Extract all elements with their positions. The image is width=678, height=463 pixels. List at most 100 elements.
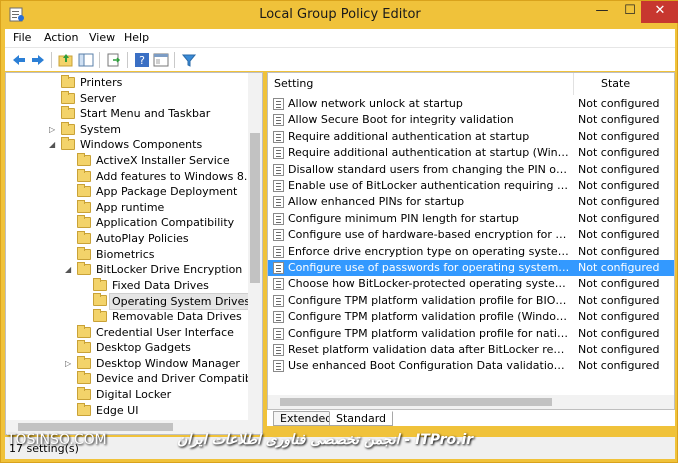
- forward-arrow-icon[interactable]: [30, 52, 46, 68]
- title-bar[interactable]: Local Group Policy Editor — ☐ ✕: [1, 1, 678, 29]
- setting-state: Not configured: [578, 310, 660, 324]
- back-arrow-icon[interactable]: [11, 52, 27, 68]
- tree-item-label: Windows Components: [80, 138, 203, 152]
- export-list-icon[interactable]: [106, 52, 122, 68]
- setting-row[interactable]: Disallow standard users from changing th…: [268, 162, 674, 178]
- column-header-setting[interactable]: Setting: [268, 73, 574, 95]
- folder-icon: [77, 168, 91, 182]
- tree-item[interactable]: Desktop Gadgets: [6, 340, 246, 355]
- expander-icon[interactable]: ◢: [65, 262, 73, 277]
- setting-name: Use enhanced Boot Configuration Data val…: [288, 359, 570, 373]
- tree-scroll-thumb[interactable]: [18, 423, 173, 431]
- tree-scroll-thumb[interactable]: [250, 133, 260, 283]
- status-text: 17 setting(s): [9, 442, 79, 455]
- folder-icon: [77, 355, 91, 369]
- tree-item-label: App runtime: [96, 200, 165, 214]
- setting-row[interactable]: Allow Secure Boot for integrity validati…: [268, 112, 674, 128]
- setting-name: Configure use of passwords for operating…: [288, 261, 570, 274]
- setting-row[interactable]: Configure use of hardware-based encrypti…: [268, 227, 674, 243]
- tab-standard[interactable]: Standard: [329, 411, 394, 426]
- tree-item-label: App Package Deployment: [96, 185, 238, 199]
- properties-icon[interactable]: [153, 52, 169, 68]
- tree-item[interactable]: Operating System Drives: [6, 293, 254, 311]
- tree-item[interactable]: Start Menu and Taskbar: [6, 106, 246, 121]
- tree-item[interactable]: ▷ Desktop Window Manager: [6, 355, 246, 371]
- tree-item[interactable]: AutoPlay Policies: [6, 231, 246, 246]
- tree-item-label: Edge UI: [96, 403, 139, 417]
- setting-state: Not configured: [578, 343, 660, 356]
- setting-row[interactable]: Use enhanced Boot Configuration Data val…: [268, 358, 674, 374]
- tree-item-label: AutoPlay Policies: [96, 232, 189, 245]
- tree-horizontal-scrollbar[interactable]: [6, 420, 262, 434]
- list-scroll-thumb[interactable]: [280, 398, 552, 406]
- setting-state: Not configured: [578, 195, 660, 209]
- tree-item-label: Desktop Gadgets: [96, 341, 191, 355]
- show-hide-tree-icon[interactable]: [78, 52, 94, 68]
- setting-row[interactable]: Allow enhanced PINs for startup Not confi…: [268, 194, 674, 210]
- tree-item[interactable]: Removable Data Drives: [6, 309, 246, 324]
- setting-state: Not configured: [578, 97, 660, 110]
- menu-help[interactable]: Help: [124, 31, 149, 44]
- filter-icon[interactable]: [181, 52, 197, 68]
- minimize-button[interactable]: —: [587, 1, 617, 23]
- setting-state: Not configured: [578, 162, 660, 176]
- expander-icon[interactable]: ◢: [49, 137, 57, 152]
- tree-item[interactable]: Fixed Data Drives: [6, 277, 246, 293]
- setting-row[interactable]: Require additional authentication at sta…: [268, 145, 674, 161]
- setting-state: Not configured: [578, 129, 660, 143]
- setting-row[interactable]: Configure minimum PIN length for startup…: [268, 211, 674, 227]
- up-folder-icon[interactable]: [58, 52, 74, 68]
- toolbar-separator: [99, 52, 100, 68]
- tree-item[interactable]: Digital Locker: [6, 387, 246, 402]
- tree-item[interactable]: Credential User Interface: [6, 324, 246, 340]
- setting-row[interactable]: Configure TPM platform validation profil…: [268, 326, 674, 342]
- tree-item[interactable]: Printers: [6, 75, 246, 90]
- tree-item[interactable]: Edge UI: [6, 402, 246, 418]
- toolbar-separator: [127, 52, 128, 68]
- policy-setting-icon: [273, 245, 284, 258]
- setting-row[interactable]: Choose how BitLocker-protected operating…: [268, 276, 674, 292]
- column-header-state[interactable]: State: [574, 73, 674, 95]
- tree-item[interactable]: ActiveX Installer Service: [6, 153, 246, 168]
- tree-item[interactable]: Biometrics: [6, 246, 246, 262]
- menu-file[interactable]: File: [13, 31, 31, 44]
- setting-row[interactable]: Enforce drive encryption type on operati…: [268, 244, 674, 260]
- tree-item[interactable]: Server: [6, 90, 246, 106]
- tree-item[interactable]: ◢ BitLocker Drive Encryption: [6, 262, 246, 277]
- tree-item-label: Removable Data Drives: [112, 310, 242, 323]
- folder-icon: [93, 293, 107, 307]
- view-tabs: Extended Standard: [267, 410, 675, 426]
- menu-action[interactable]: Action: [44, 31, 78, 44]
- setting-row[interactable]: Reset platform validation data after Bit…: [268, 342, 674, 358]
- expander-icon[interactable]: ▷: [65, 356, 73, 371]
- expander-icon[interactable]: ▷: [49, 122, 57, 137]
- policy-setting-icon: [273, 311, 284, 324]
- folder-icon: [77, 184, 91, 198]
- list-horizontal-scrollbar[interactable]: [268, 395, 674, 409]
- tree-item-label: Fixed Data Drives: [112, 278, 209, 292]
- setting-row[interactable]: Configure use of passwords for operating…: [268, 260, 674, 276]
- tree-item-label: Operating System Drives: [109, 293, 254, 311]
- tree-item[interactable]: App Package Deployment: [6, 184, 246, 199]
- setting-row[interactable]: Enable use of BitLocker authentication r…: [268, 178, 674, 194]
- folder-icon: [61, 121, 75, 135]
- close-button[interactable]: ✕: [641, 1, 678, 23]
- tree-item[interactable]: App runtime: [6, 199, 246, 215]
- help-icon[interactable]: ?: [134, 52, 150, 68]
- menu-view[interactable]: View: [89, 31, 115, 44]
- tree-vertical-scrollbar[interactable]: [248, 73, 262, 420]
- setting-row[interactable]: Configure TPM platform validation profil…: [268, 293, 674, 309]
- tree-item[interactable]: ◢ Windows Components: [6, 137, 246, 152]
- tree-item[interactable]: Application Compatibility: [6, 215, 246, 230]
- setting-row[interactable]: Allow network unlock at startup Not confi…: [268, 96, 674, 112]
- setting-name: Configure use of hardware-based encrypti…: [288, 228, 570, 242]
- navigation-tree[interactable]: Printers Server Start Menu and Taskbar ▷ Sys…: [5, 72, 263, 435]
- setting-row[interactable]: Configure TPM platform validation profil…: [268, 309, 674, 325]
- setting-row[interactable]: Require additional authentication at sta…: [268, 129, 674, 145]
- policy-setting-icon: [273, 278, 284, 291]
- tree-item[interactable]: ▷ System: [6, 121, 246, 137]
- settings-list[interactable]: Setting State Allow network unlock at st…: [267, 72, 675, 410]
- tree-item[interactable]: Add features to Windows 8.1: [6, 168, 254, 184]
- tree-item[interactable]: Device and Driver Compatibility: [6, 371, 262, 386]
- policy-setting-icon: [273, 196, 284, 209]
